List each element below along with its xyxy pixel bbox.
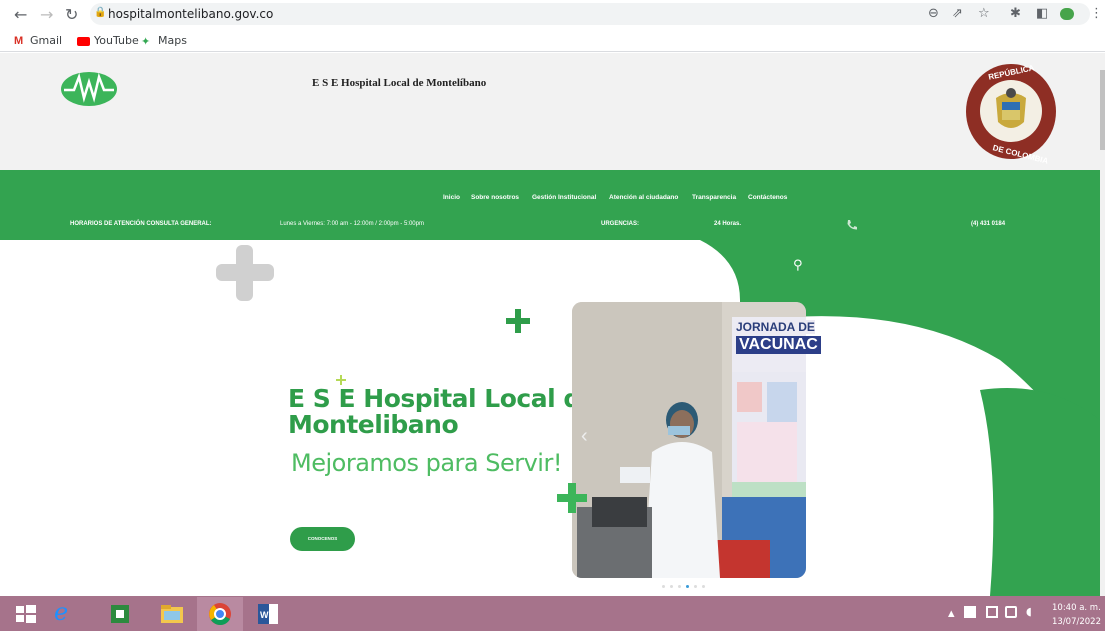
know-us-button[interactable]: CONOCENOS — [290, 527, 355, 551]
hospital-logo[interactable] — [60, 70, 118, 108]
word-icon[interactable]: W — [254, 600, 282, 628]
hours-value: Lunes a Viernes: 7:00 am - 12:00m / 2:00… — [280, 221, 424, 227]
network-icon[interactable] — [986, 606, 998, 618]
menu-dots-icon[interactable]: ⋮ — [1090, 6, 1103, 21]
youtube-icon[interactable] — [77, 37, 90, 46]
chrome-icon[interactable] — [206, 600, 234, 628]
poster-line2: VACUNAC — [736, 336, 821, 354]
slider-dot[interactable] — [678, 585, 681, 588]
colombia-seal — [966, 64, 1056, 159]
tray-expand-icon[interactable]: ▲ — [948, 609, 955, 619]
reload-icon[interactable]: ↻ — [65, 5, 78, 24]
poster-line1: JORNADA DE — [736, 320, 815, 334]
green-plus-icon — [506, 309, 530, 333]
menu-contactenos[interactable]: Contáctenos — [748, 194, 787, 201]
svg-text:W: W — [260, 610, 269, 620]
site-header — [0, 53, 1100, 170]
slider-dot-active[interactable] — [686, 585, 689, 588]
extensions-icon[interactable]: ✱ — [1010, 6, 1021, 21]
bookmark-gmail[interactable]: Gmail — [30, 34, 62, 47]
grey-plus-icon — [216, 245, 274, 301]
search-icon[interactable]: ⚲ — [793, 258, 803, 273]
slider-dot[interactable] — [702, 585, 705, 588]
back-arrow-icon[interactable]: ← — [14, 5, 27, 24]
bookmark-youtube[interactable]: YouTube — [94, 34, 139, 47]
bookmark-maps[interactable]: Maps — [158, 34, 187, 47]
phone-number: (4) 431 0184 — [971, 221, 1006, 227]
menu-atencion-ciudadano[interactable]: Atención al ciudadano — [609, 194, 678, 201]
internet-explorer-icon[interactable]: e — [54, 598, 68, 626]
store-icon[interactable] — [106, 600, 134, 628]
menu-transparencia[interactable]: Transparencia — [692, 194, 736, 201]
nav-band — [0, 170, 1100, 240]
profile-icon[interactable] — [1060, 8, 1074, 20]
coat-of-arms-icon — [996, 88, 1026, 128]
zoom-icon[interactable]: ⊖ — [928, 6, 939, 21]
slider-dot[interactable] — [694, 585, 697, 588]
clock-date[interactable]: 13/07/2022 — [1052, 617, 1101, 627]
flag-icon[interactable] — [964, 606, 976, 618]
hours-label: HORARIOS DE ATENCIÓN CONSULTA GENERAL: — [70, 221, 212, 227]
menu-inicio[interactable]: Inicio — [443, 194, 460, 201]
scrollbar-thumb[interactable] — [1100, 70, 1105, 150]
file-explorer-icon[interactable] — [158, 600, 186, 628]
slider-prev-icon[interactable]: ‹ — [581, 425, 588, 448]
hero-title-line2: Montelibano — [288, 410, 459, 439]
browser-toolbar: ← → ↻ 🔒 hospitalmontelibano.gov.co ⊖ ⇗ ☆… — [0, 0, 1105, 30]
gmail-icon[interactable]: M — [14, 35, 23, 47]
phone-icon — [847, 220, 857, 230]
lock-icon[interactable]: 🔒 — [94, 7, 106, 18]
windows-start-icon[interactable] — [12, 600, 40, 628]
maps-icon[interactable]: ✦ — [141, 35, 150, 48]
hero-title: E S E Hospital Local de Montelibano — [288, 384, 598, 439]
hero-title-line1: E S E Hospital Local de — [288, 384, 598, 413]
menu-gestion-institucional[interactable]: Gestión Institucional — [532, 194, 596, 201]
green-plus-overlay-icon — [557, 483, 587, 513]
volume-icon[interactable]: ◖ — [1026, 605, 1032, 618]
sidepanel-icon[interactable]: ◧ — [1036, 6, 1048, 21]
urgent-label: URGENCIAS: — [601, 221, 640, 227]
slider-dot[interactable] — [670, 585, 673, 588]
star-icon[interactable]: ☆ — [978, 6, 990, 21]
hero-subtitle: Mejoramos para Servir! — [291, 449, 562, 477]
bookmarks-bar: M Gmail YouTube ✦ Maps — [0, 30, 1105, 52]
urgent-value: 24 Horas. — [714, 221, 742, 227]
slider-dot[interactable] — [662, 585, 665, 588]
site-title: E S E Hospital Local de Montelíbano — [312, 77, 487, 89]
url-text[interactable]: hospitalmontelibano.gov.co — [108, 7, 273, 21]
share-icon[interactable]: ⇗ — [952, 6, 963, 21]
keyboard-icon[interactable] — [1005, 606, 1017, 618]
forward-arrow-icon[interactable]: → — [40, 5, 53, 24]
clock-time[interactable]: 10:40 a. m. — [1052, 603, 1101, 613]
menu-sobre-nosotros[interactable]: Sobre nosotros — [471, 194, 519, 201]
